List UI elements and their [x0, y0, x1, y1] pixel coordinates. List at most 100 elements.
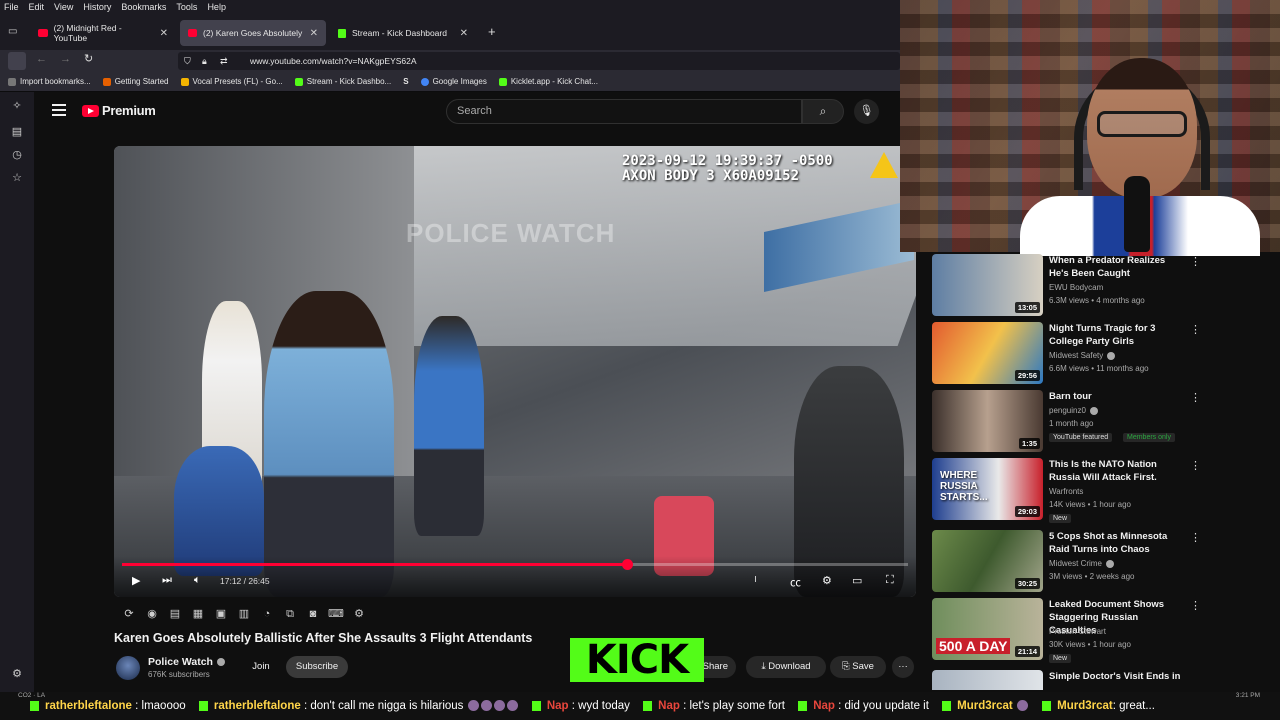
- bookmark-kick-dashboard[interactable]: Stream - Kick Dashbo...: [294, 72, 391, 91]
- search-button[interactable]: ⌕: [802, 99, 844, 124]
- tab-overview-icon[interactable]: ▭: [8, 26, 17, 37]
- more-options-icon[interactable]: ⋮: [1190, 459, 1201, 472]
- back-icon[interactable]: ←: [36, 53, 47, 65]
- autoplay-toggle-icon[interactable]: ⏽: [752, 574, 759, 585]
- video-thumbnail[interactable]: 1:35: [932, 390, 1043, 452]
- fullscreen-icon[interactable]: ⛶: [886, 574, 894, 587]
- recommendation-channel[interactable]: Preston Stewart: [1049, 627, 1106, 636]
- recommendation-channel-row[interactable]: Midwest Safety: [1049, 351, 1116, 360]
- bookmark-import[interactable]: Import bookmarks...: [8, 72, 91, 91]
- shield-icon[interactable]: ⛉: [184, 52, 191, 70]
- recommendation-item[interactable]: 30:25 5 Cops Shot as Minnesota Raid Turn…: [932, 529, 1280, 593]
- close-tab-icon[interactable]: ✕: [160, 28, 168, 39]
- menu-file[interactable]: File: [4, 0, 19, 14]
- bookmark-google-images[interactable]: Google Images: [420, 72, 487, 91]
- recommendation-channel[interactable]: penguinz0: [1049, 406, 1086, 415]
- captions-icon[interactable]: ㏄: [790, 574, 801, 590]
- bookmark-vocal-presets[interactable]: Vocal Presets (FL) - Go...: [180, 72, 283, 91]
- settings-gear-icon[interactable]: ⚙: [822, 574, 832, 587]
- menu-view[interactable]: View: [54, 0, 73, 14]
- volume-icon[interactable]: 🔈︎: [194, 574, 201, 587]
- recommendation-title[interactable]: 5 Cops Shot as Minnesota Raid Turns into…: [1049, 530, 1185, 556]
- recommendation-item[interactable]: 29:56 Night Turns Tragic for 3 College P…: [932, 321, 1280, 385]
- recommendation-item[interactable]: Simple Doctor's Visit Ends in: [932, 669, 1280, 690]
- extension-settings-icon[interactable]: ⚙: [350, 607, 368, 621]
- url-field[interactable]: ⛉ 🔒︎ ⇄ www.youtube.com/watch?v=NAKgpEYS6…: [178, 52, 900, 70]
- new-tab-button[interactable]: +: [488, 24, 496, 39]
- screen-icon[interactable]: ▣: [212, 607, 230, 621]
- frame-icon[interactable]: ▥: [235, 607, 253, 621]
- join-button[interactable]: Join: [246, 656, 276, 678]
- video-player[interactable]: 2023-09-12 19:39:37 -0500 AXON BODY 3 X6…: [114, 146, 916, 597]
- hamburger-menu-icon[interactable]: [52, 104, 66, 116]
- more-actions-button[interactable]: ···: [892, 656, 914, 678]
- download-button[interactable]: ⤓ Download: [746, 656, 826, 678]
- pip-icon[interactable]: ⧉: [281, 607, 299, 621]
- lock-icon[interactable]: 🔒︎: [202, 52, 207, 70]
- forward-icon[interactable]: →: [60, 53, 71, 65]
- progress-bar[interactable]: [122, 559, 908, 570]
- menu-tools[interactable]: Tools: [176, 0, 197, 14]
- video-thumbnail[interactable]: [932, 670, 1043, 690]
- theater-mode-icon[interactable]: ▭: [852, 574, 862, 587]
- menu-bookmarks[interactable]: Bookmarks: [121, 0, 166, 14]
- tab-midnight-red[interactable]: (2) Midnight Red - YouTube ✕: [30, 20, 176, 46]
- recommendation-title[interactable]: This Is the NATO Nation Russia Will Atta…: [1049, 458, 1185, 484]
- recommendation-title[interactable]: When a Predator Realizes He's Been Caugh…: [1049, 254, 1185, 280]
- recommendation-item[interactable]: 13:05 When a Predator Realizes He's Been…: [932, 253, 1280, 317]
- next-icon[interactable]: ⏭: [162, 574, 172, 587]
- video-thumbnail[interactable]: 29:56: [932, 322, 1043, 384]
- channel-name[interactable]: Police Watch: [148, 656, 213, 668]
- close-tab-icon[interactable]: ✕: [310, 28, 318, 39]
- recommendation-item[interactable]: WHERE RUSSIA STARTS... 29:03 This Is the…: [932, 457, 1280, 523]
- synced-tabs-icon[interactable]: ▤: [11, 126, 23, 138]
- recommendation-channel[interactable]: Midwest Crime: [1049, 559, 1102, 568]
- recommendation-title[interactable]: Night Turns Tragic for 3 College Party G…: [1049, 322, 1185, 348]
- recommendation-title[interactable]: Simple Doctor's Visit Ends in: [1049, 670, 1185, 683]
- more-options-icon[interactable]: ⋮: [1190, 599, 1201, 612]
- close-tab-icon[interactable]: ✕: [460, 28, 468, 39]
- more-options-icon[interactable]: ⋮: [1190, 391, 1201, 404]
- sidebar-toggle-icon[interactable]: [8, 52, 26, 70]
- recommendation-channel-row[interactable]: penguinz0: [1049, 406, 1098, 415]
- menu-edit[interactable]: Edit: [29, 0, 45, 14]
- keyboard-icon[interactable]: ⌨: [327, 607, 345, 621]
- loop-icon[interactable]: ⟳: [120, 607, 138, 621]
- channel-avatar[interactable]: [116, 656, 140, 680]
- video-thumbnail[interactable]: 500 A DAY 21:14: [932, 598, 1043, 660]
- recommendation-title[interactable]: Barn tour: [1049, 390, 1185, 403]
- recommendation-channel[interactable]: EWU Bodycam: [1049, 283, 1103, 292]
- bookmark-s[interactable]: S: [403, 72, 408, 91]
- speed-icon[interactable]: ◔: [258, 607, 276, 621]
- video-thumbnail[interactable]: 30:25: [932, 530, 1043, 592]
- recommendation-channel[interactable]: Warfronts: [1049, 487, 1083, 496]
- save-button[interactable]: ⎘ Save: [830, 656, 886, 678]
- settings-icon[interactable]: ⚙: [11, 668, 23, 680]
- recommendation-item[interactable]: 1:35 Barn tour penguinz0 1 month ago You…: [932, 389, 1280, 453]
- history-icon[interactable]: ◷: [11, 149, 23, 161]
- audio-icon[interactable]: ◉: [143, 607, 161, 621]
- ai-chat-icon[interactable]: ✧: [11, 100, 23, 112]
- menu-help[interactable]: Help: [207, 0, 226, 14]
- more-options-icon[interactable]: ⋮: [1190, 323, 1201, 336]
- recommendation-channel-row[interactable]: Midwest Crime: [1049, 559, 1114, 568]
- search-input[interactable]: Search: [446, 99, 802, 124]
- screenshot-icon[interactable]: ◙: [304, 607, 322, 621]
- channel-name-row[interactable]: Police Watch: [148, 656, 225, 668]
- reload-icon[interactable]: ↻: [84, 52, 93, 65]
- subscribe-button[interactable]: Subscribe: [286, 656, 348, 678]
- tab-karen-video[interactable]: (2) Karen Goes Absolutely Ballis ✕: [180, 20, 326, 46]
- play-icon[interactable]: ▶: [132, 574, 140, 587]
- bookmarks-icon[interactable]: ☆: [11, 172, 23, 184]
- recommendation-channel[interactable]: Midwest Safety: [1049, 351, 1103, 360]
- video-thumbnail[interactable]: WHERE RUSSIA STARTS... 29:03: [932, 458, 1043, 520]
- tab-kick-dashboard[interactable]: Stream - Kick Dashboard ✕: [330, 20, 476, 46]
- voice-search-button[interactable]: 🎙︎: [854, 99, 879, 124]
- scrubber-handle[interactable]: [622, 559, 634, 570]
- permissions-icon[interactable]: ⇄: [220, 52, 228, 70]
- recommendation-item[interactable]: 500 A DAY 21:14 Leaked Document Shows St…: [932, 597, 1280, 663]
- more-options-icon[interactable]: ⋮: [1190, 255, 1201, 268]
- video-thumbnail[interactable]: 13:05: [932, 254, 1043, 316]
- bookmark-getting-started[interactable]: Getting Started: [102, 72, 169, 91]
- playlist-icon[interactable]: ▤: [166, 607, 184, 621]
